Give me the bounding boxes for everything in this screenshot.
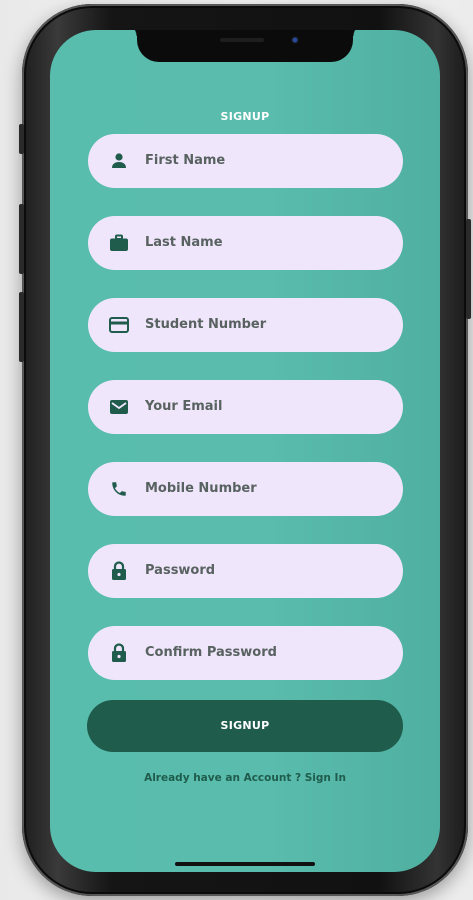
briefcase-icon xyxy=(109,233,129,253)
person-icon xyxy=(109,151,129,171)
app-screen: SIGNUP First Name Last Name Student Numb… xyxy=(50,30,440,872)
email-placeholder: Your Email xyxy=(145,399,223,414)
notch xyxy=(125,30,365,62)
lock-icon xyxy=(109,643,129,663)
last-name-placeholder: Last Name xyxy=(145,235,223,250)
volume-down-button xyxy=(19,292,24,362)
mobile-number-placeholder: Mobile Number xyxy=(145,481,257,496)
mail-icon xyxy=(109,397,129,417)
mockup-background: SIGNUP First Name Last Name Student Numb… xyxy=(0,0,473,900)
password-field[interactable]: Password xyxy=(88,544,403,598)
page-title: SIGNUP xyxy=(220,110,270,123)
sign-in-link[interactable]: Already have an Account ? Sign In xyxy=(50,772,440,784)
card-icon xyxy=(109,315,129,335)
signup-button[interactable]: SIGNUP xyxy=(87,700,403,752)
phone-icon xyxy=(109,479,129,499)
first-name-placeholder: First Name xyxy=(145,153,226,168)
speaker-grille xyxy=(220,38,264,42)
student-number-field[interactable]: Student Number xyxy=(88,298,403,352)
mute-switch xyxy=(19,124,24,154)
lock-icon xyxy=(109,561,129,581)
confirm-password-placeholder: Confirm Password xyxy=(145,645,277,660)
last-name-field[interactable]: Last Name xyxy=(88,216,403,270)
mobile-number-field[interactable]: Mobile Number xyxy=(88,462,403,516)
power-button xyxy=(466,219,471,319)
first-name-field[interactable]: First Name xyxy=(88,134,403,188)
email-field[interactable]: Your Email xyxy=(88,380,403,434)
student-number-placeholder: Student Number xyxy=(145,317,267,332)
home-indicator xyxy=(175,862,315,866)
volume-up-button xyxy=(19,204,24,274)
front-camera-icon xyxy=(291,36,299,44)
confirm-password-field[interactable]: Confirm Password xyxy=(88,626,403,680)
password-placeholder: Password xyxy=(145,563,216,578)
